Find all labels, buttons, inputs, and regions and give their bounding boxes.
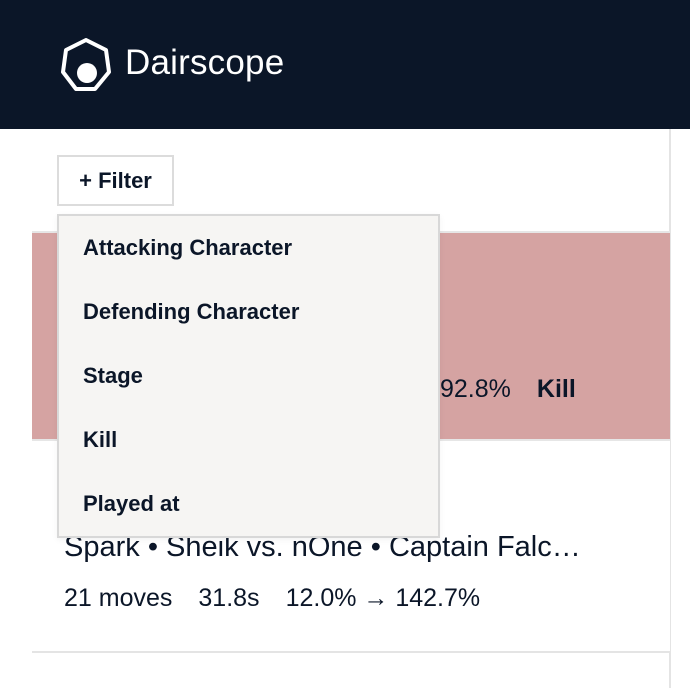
menu-item-played-at[interactable]: Played at [83,491,180,517]
menu-item-defending-character[interactable]: Defending Character [83,299,299,325]
brand-name[interactable]: Dairscope [125,43,284,83]
combo-stats: 21 moves 31.8s 12.0% → 142.7% [64,584,480,613]
menu-item-kill[interactable]: Kill [83,427,117,453]
combo-move-count: 21 moves [64,584,173,612]
filter-menu: Attacking Character Defending Character … [57,214,440,538]
app-root: Dairscope + Filter Master • Ca… 92.8% Ki… [0,0,690,688]
combo-stats: 92.8% Kill [440,375,576,404]
combo-percent-range: 12.0% → 142.7% [285,584,481,612]
add-filter-button[interactable]: + Filter [57,155,174,206]
app-header: Dairscope [0,0,690,129]
menu-item-attacking-character[interactable]: Attacking Character [83,235,292,261]
menu-item-stage[interactable]: Stage [83,363,143,389]
dairscope-logo-icon[interactable] [61,38,111,92]
combo-duration: 31.8s [198,584,260,612]
combo-end-percent: 92.8% [440,375,511,403]
kill-badge: Kill [536,375,576,403]
